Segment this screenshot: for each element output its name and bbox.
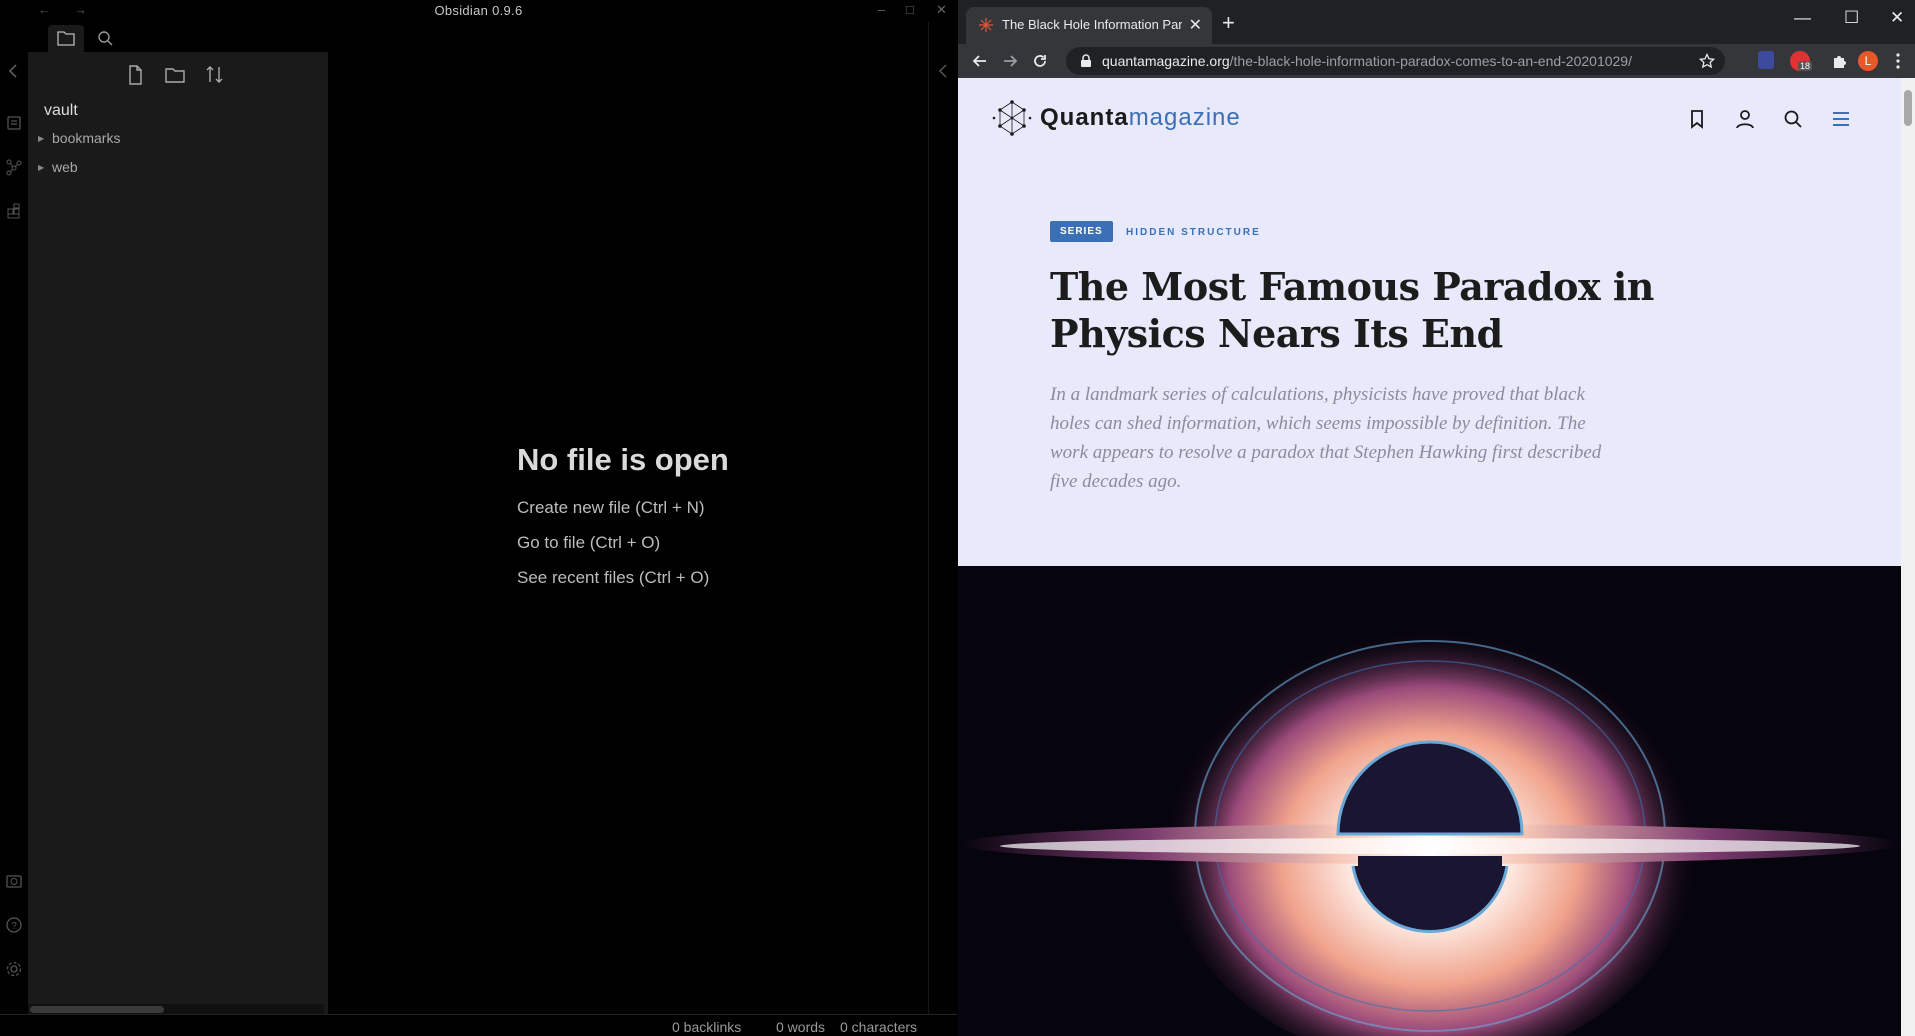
expand-right-sidebar-icon[interactable]	[935, 62, 953, 80]
vault-switcher-icon[interactable]	[5, 872, 23, 890]
web-page: Quantamagazine SERIES HIDDEN STRUCTURE T…	[958, 78, 1901, 1036]
browser-toolbar: quantamagazine.org/the-black-hole-inform…	[958, 44, 1915, 78]
tab-title: The Black Hole Information Paradox Comes…	[1002, 17, 1182, 32]
folder-label: web	[52, 159, 78, 175]
create-new-file-link[interactable]: Create new file (Ctrl + N)	[517, 498, 729, 518]
new-note-icon[interactable]	[122, 62, 148, 88]
file-explorer-sidebar: vault ▶ bookmarks ▶ web	[28, 22, 328, 1014]
back-arrow-icon[interactable]	[970, 51, 990, 71]
hero-image-black-hole	[958, 566, 1901, 1036]
search-icon[interactable]	[1782, 108, 1804, 130]
backlinks-count[interactable]: 0 backlinks	[672, 1019, 741, 1035]
close-button[interactable]: ✕	[936, 2, 947, 18]
url-text[interactable]: quantamagazine.org/the-black-hole-inform…	[1102, 53, 1632, 69]
bookmark-icon[interactable]	[1686, 108, 1708, 130]
bookmark-star-icon[interactable]	[1699, 53, 1715, 69]
left-ribbon: ?	[0, 22, 28, 1014]
folder-label: bookmarks	[52, 130, 121, 146]
chrome-window: The Black Hole Information Paradox Comes…	[958, 0, 1915, 1036]
hamburger-menu-icon[interactable]	[1830, 108, 1852, 130]
editor-area: No file is open Create new file (Ctrl + …	[328, 22, 928, 1014]
window-title: Obsidian 0.9.6	[434, 3, 523, 18]
graph-view-icon[interactable]	[5, 158, 23, 176]
quanta-logo-icon[interactable]	[990, 98, 1034, 138]
scrollbar-thumb[interactable]	[1904, 90, 1912, 126]
sidebar-tabs	[28, 22, 328, 52]
url-path: /the-black-hole-information-paradox-come…	[1229, 53, 1632, 69]
reload-icon[interactable]	[1030, 51, 1050, 71]
user-account-icon[interactable]	[1734, 108, 1756, 130]
kebab-menu-icon[interactable]	[1888, 51, 1908, 71]
tab-search[interactable]	[88, 25, 124, 52]
extension-icon[interactable]	[1758, 51, 1774, 69]
go-to-file-link[interactable]: Go to file (Ctrl + O)	[517, 533, 729, 553]
maximize-button[interactable]: □	[906, 2, 914, 17]
svg-text:?: ?	[11, 921, 17, 932]
brand-quanta: Quanta	[1040, 104, 1129, 131]
sidebar-scrollbar[interactable]	[28, 1004, 324, 1014]
maximize-button[interactable]: ☐	[1844, 8, 1859, 28]
quanta-wordmark[interactable]: Quantamagazine	[1040, 104, 1241, 132]
collapsed-triangle-icon: ▶	[38, 134, 45, 143]
address-bar[interactable]: quantamagazine.org/the-black-hole-inform…	[1066, 47, 1725, 75]
tree-folder-bookmarks[interactable]: ▶ bookmarks	[38, 130, 120, 146]
forward-arrow-icon[interactable]	[1000, 51, 1020, 71]
black-hole-illustration	[960, 606, 1900, 1036]
plugins-icon[interactable]	[5, 202, 23, 220]
status-bar: 0 backlinks 0 words 0 characters	[0, 1014, 957, 1036]
tree-folder-web[interactable]: ▶ web	[38, 159, 78, 175]
url-host: quantamagazine.org	[1102, 53, 1230, 69]
folder-icon	[57, 31, 75, 46]
help-icon[interactable]: ?	[5, 916, 23, 934]
obsidian-window: ← → Obsidian 0.9.6 – □ ✕ ? vault ▶ bookm…	[0, 0, 957, 1036]
settings-gear-icon[interactable]	[5, 960, 23, 978]
new-tab-button[interactable]: +	[1222, 10, 1235, 36]
page-scrollbar[interactable]	[1901, 78, 1915, 1036]
series-badge[interactable]: SERIES	[1050, 221, 1113, 242]
desktop: ← → Obsidian 0.9.6 – □ ✕ ? vault ▶ bookm…	[0, 0, 1915, 1036]
collapsed-triangle-icon: ▶	[38, 163, 45, 172]
tab-strip: The Black Hole Information Paradox Comes…	[958, 0, 1915, 44]
obsidian-titlebar: ← → Obsidian 0.9.6 – □ ✕	[0, 0, 957, 22]
article-dek: In a landmark series of calculations, ph…	[1050, 384, 1602, 492]
search-icon	[98, 31, 113, 46]
vault-name[interactable]: vault	[44, 102, 78, 120]
character-count: 0 characters	[840, 1019, 918, 1035]
right-sidebar-collapsed	[928, 22, 957, 1014]
empty-state-title: No file is open	[517, 442, 729, 477]
sort-order-icon[interactable]	[202, 62, 228, 88]
empty-state: No file is open Create new file (Ctrl + …	[517, 442, 729, 603]
minimize-button[interactable]: –	[878, 2, 885, 17]
quanta-favicon-icon	[979, 18, 993, 32]
series-name-link[interactable]: HIDDEN STRUCTURE	[1126, 227, 1261, 238]
word-count: 0 words	[776, 1019, 826, 1035]
close-button[interactable]: ✕	[1890, 8, 1904, 28]
brand-magazine: magazine	[1128, 104, 1241, 131]
extension-badge-icon[interactable]: 18	[1790, 51, 1813, 71]
lock-icon[interactable]	[1080, 54, 1092, 68]
tab-file-explorer[interactable]	[48, 25, 84, 52]
tab-close-icon[interactable]: ✕	[1189, 15, 1202, 35]
extensions-puzzle-icon[interactable]	[1830, 51, 1850, 71]
new-folder-icon[interactable]	[162, 62, 188, 88]
scrollbar-thumb[interactable]	[30, 1006, 164, 1013]
explorer-actions	[28, 62, 328, 88]
browser-tab[interactable]: The Black Hole Information Paradox Comes…	[966, 7, 1212, 44]
collapse-sidebar-icon[interactable]	[5, 62, 23, 80]
quick-switcher-icon[interactable]	[5, 114, 23, 132]
recent-files-link[interactable]: See recent files (Ctrl + O)	[517, 568, 729, 588]
article-headline: The Most Famous Paradox in Physics Nears…	[1050, 264, 1654, 356]
profile-avatar[interactable]: L	[1858, 51, 1878, 71]
minimize-button[interactable]: —	[1794, 8, 1811, 28]
extension-badge-count: 18	[1798, 61, 1813, 71]
